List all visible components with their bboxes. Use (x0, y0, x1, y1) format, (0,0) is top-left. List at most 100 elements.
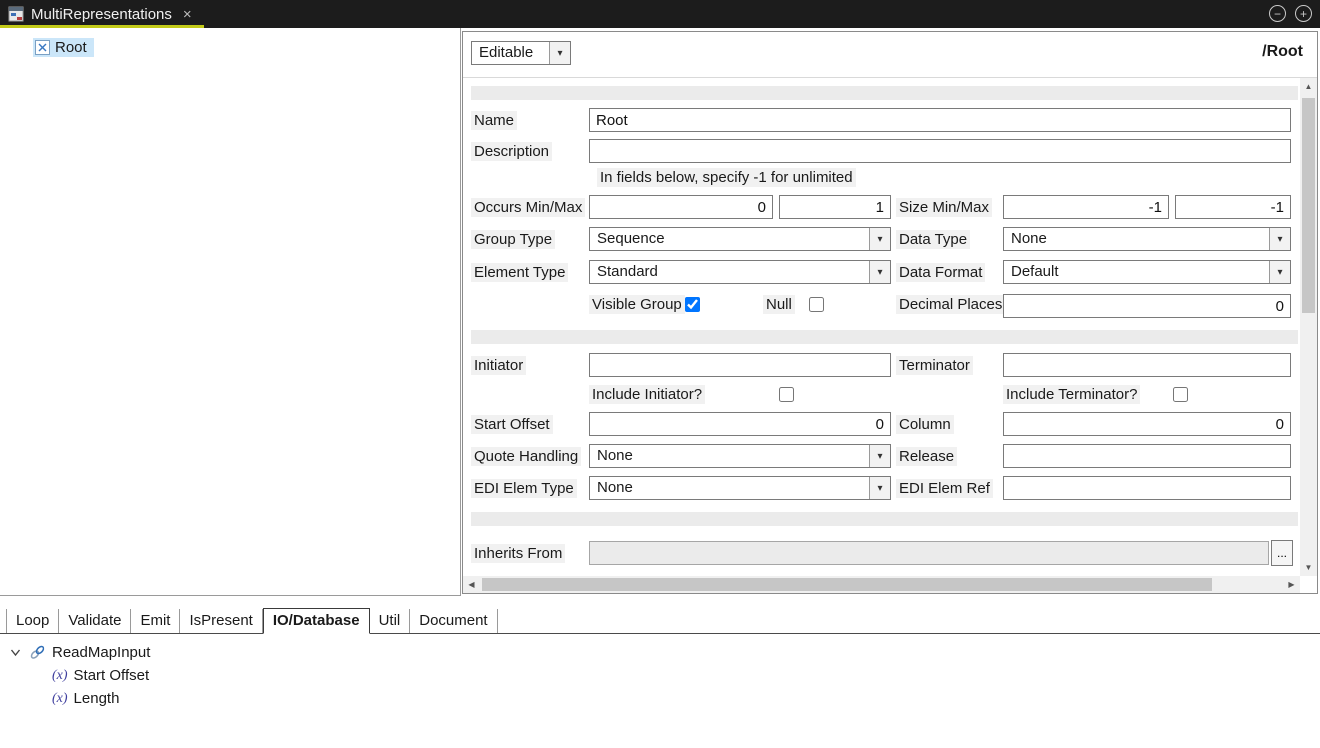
tree-row-readmapinput[interactable]: ReadMapInput (0, 641, 1320, 664)
edi-elem-ref-label: EDI Elem Ref (896, 479, 993, 498)
tree-row-label: ReadMapInput (52, 644, 150, 661)
visible-group-checkbox[interactable] (685, 297, 700, 312)
include-initiator-label: Include Initiator? (589, 385, 705, 404)
start-offset-input[interactable] (589, 412, 891, 436)
app-icon (8, 6, 24, 22)
decimal-places-label: Decimal Places (896, 295, 1005, 314)
vertical-scrollbar[interactable]: ▲ ▼ (1300, 78, 1317, 576)
occurs-minmax-label: Occurs Min/Max (471, 198, 585, 217)
data-type-label: Data Type (896, 230, 970, 249)
tab-ispresent[interactable]: IsPresent (180, 609, 262, 633)
editor-body: Name Description In fields below, specif… (463, 78, 1317, 593)
rules-tab-bar: Loop Validate Emit IsPresent IO/Database… (0, 608, 1320, 634)
scroll-right-icon[interactable]: ▶ (1283, 576, 1300, 593)
chevron-down-icon: ▾ (549, 42, 570, 64)
horizontal-scroll-thumb[interactable] (482, 578, 1212, 591)
unlimited-hint-text: In fields below, specify -1 for unlimite… (597, 168, 856, 187)
node-icon (35, 40, 50, 55)
group-type-label: Group Type (471, 230, 555, 249)
separator-bar (471, 330, 1298, 344)
editor-header: Editable ▾ /Root (463, 32, 1317, 78)
start-offset-label: Start Offset (471, 415, 553, 434)
description-label: Description (471, 142, 552, 161)
include-terminator-label: Include Terminator? (1003, 385, 1140, 404)
variable-icon: (x) (52, 668, 68, 684)
visible-group-label: Visible Group (589, 295, 685, 314)
tab-validate[interactable]: Validate (59, 609, 131, 633)
edi-elem-ref-input[interactable] (1003, 476, 1291, 500)
edit-mode-value: Editable (472, 42, 549, 64)
horizontal-scrollbar[interactable]: ◀ ▶ (463, 576, 1300, 593)
occurs-min-input[interactable] (589, 195, 773, 219)
chevron-down-icon: ▾ (1269, 261, 1290, 283)
element-type-label: Element Type (471, 263, 568, 282)
size-max-input[interactable] (1175, 195, 1291, 219)
edit-mode-select[interactable]: Editable ▾ (471, 41, 571, 65)
include-terminator-checkbox[interactable] (1173, 387, 1188, 402)
column-input[interactable] (1003, 412, 1291, 436)
tab-loop[interactable]: Loop (6, 609, 59, 633)
terminator-input[interactable] (1003, 353, 1291, 377)
tree-row-label: Length (74, 690, 120, 707)
node-editor-panel: Editable ▾ /Root Name Description In fie… (462, 31, 1318, 594)
maximize-icon[interactable]: + (1295, 5, 1312, 22)
io-database-tree: ReadMapInput (x) Start Offset (x) Length (0, 634, 1320, 710)
tab-title: MultiRepresentations (31, 6, 172, 23)
tab-emit[interactable]: Emit (131, 609, 180, 633)
column-label: Column (896, 415, 954, 434)
node-path: /Root (1262, 43, 1303, 61)
chevron-down-icon: ▾ (869, 477, 890, 499)
link-icon (29, 645, 46, 660)
tree-node-label: Root (55, 39, 87, 56)
include-initiator-checkbox[interactable] (779, 387, 794, 402)
initiator-input[interactable] (589, 353, 891, 377)
separator-bar (471, 512, 1298, 526)
release-label: Release (896, 447, 957, 466)
minimize-icon[interactable]: − (1269, 5, 1286, 22)
tree-node-root[interactable]: Root (33, 38, 94, 57)
quote-handling-select[interactable]: None ▾ (589, 444, 891, 468)
chevron-down-icon: ▾ (869, 228, 890, 250)
element-type-select[interactable]: Standard ▾ (589, 260, 891, 284)
edi-elem-type-label: EDI Elem Type (471, 479, 577, 498)
tree-row-label: Start Offset (74, 667, 150, 684)
variable-icon: (x) (52, 691, 68, 707)
size-minmax-label: Size Min/Max (896, 198, 992, 217)
scroll-up-icon[interactable]: ▲ (1300, 78, 1317, 95)
terminator-label: Terminator (896, 356, 973, 375)
tab-document[interactable]: Document (410, 609, 497, 633)
tree-row-length[interactable]: (x) Length (0, 687, 1320, 710)
vertical-scroll-thumb[interactable] (1302, 98, 1315, 313)
null-checkbox[interactable] (809, 297, 824, 312)
rules-panel: Loop Validate Emit IsPresent IO/Database… (0, 597, 1320, 748)
chevron-down-icon: ▾ (1269, 228, 1290, 250)
tree-row-start-offset[interactable]: (x) Start Offset (0, 664, 1320, 687)
chevron-down-icon: ▾ (869, 445, 890, 467)
scroll-left-icon[interactable]: ◀ (463, 576, 480, 593)
group-type-select[interactable]: Sequence ▾ (589, 227, 891, 251)
name-label: Name (471, 111, 517, 130)
tab-util[interactable]: Util (370, 609, 411, 633)
description-input[interactable] (589, 139, 1291, 163)
decimal-places-input[interactable] (1003, 294, 1291, 318)
separator-bar (471, 86, 1298, 100)
edi-elem-type-select[interactable]: None ▾ (589, 476, 891, 500)
occurs-max-input[interactable] (779, 195, 891, 219)
initiator-label: Initiator (471, 356, 526, 375)
data-format-select[interactable]: Default ▾ (1003, 260, 1291, 284)
close-icon[interactable]: × (183, 6, 192, 23)
expander-chevron-icon[interactable] (10, 647, 21, 658)
null-label: Null (763, 295, 795, 314)
data-format-label: Data Format (896, 263, 985, 282)
inherits-from-label: Inherits From (471, 544, 565, 563)
scroll-down-icon[interactable]: ▼ (1300, 559, 1317, 576)
window-controls: − + (1269, 5, 1312, 22)
chevron-down-icon: ▾ (869, 261, 890, 283)
size-min-input[interactable] (1003, 195, 1169, 219)
inherits-from-browse-button[interactable]: ... (1271, 540, 1293, 566)
release-input[interactable] (1003, 444, 1291, 468)
tab-io-database[interactable]: IO/Database (263, 608, 370, 634)
document-tab[interactable]: MultiRepresentations × (0, 0, 204, 28)
name-input[interactable] (589, 108, 1291, 132)
data-type-select[interactable]: None ▾ (1003, 227, 1291, 251)
